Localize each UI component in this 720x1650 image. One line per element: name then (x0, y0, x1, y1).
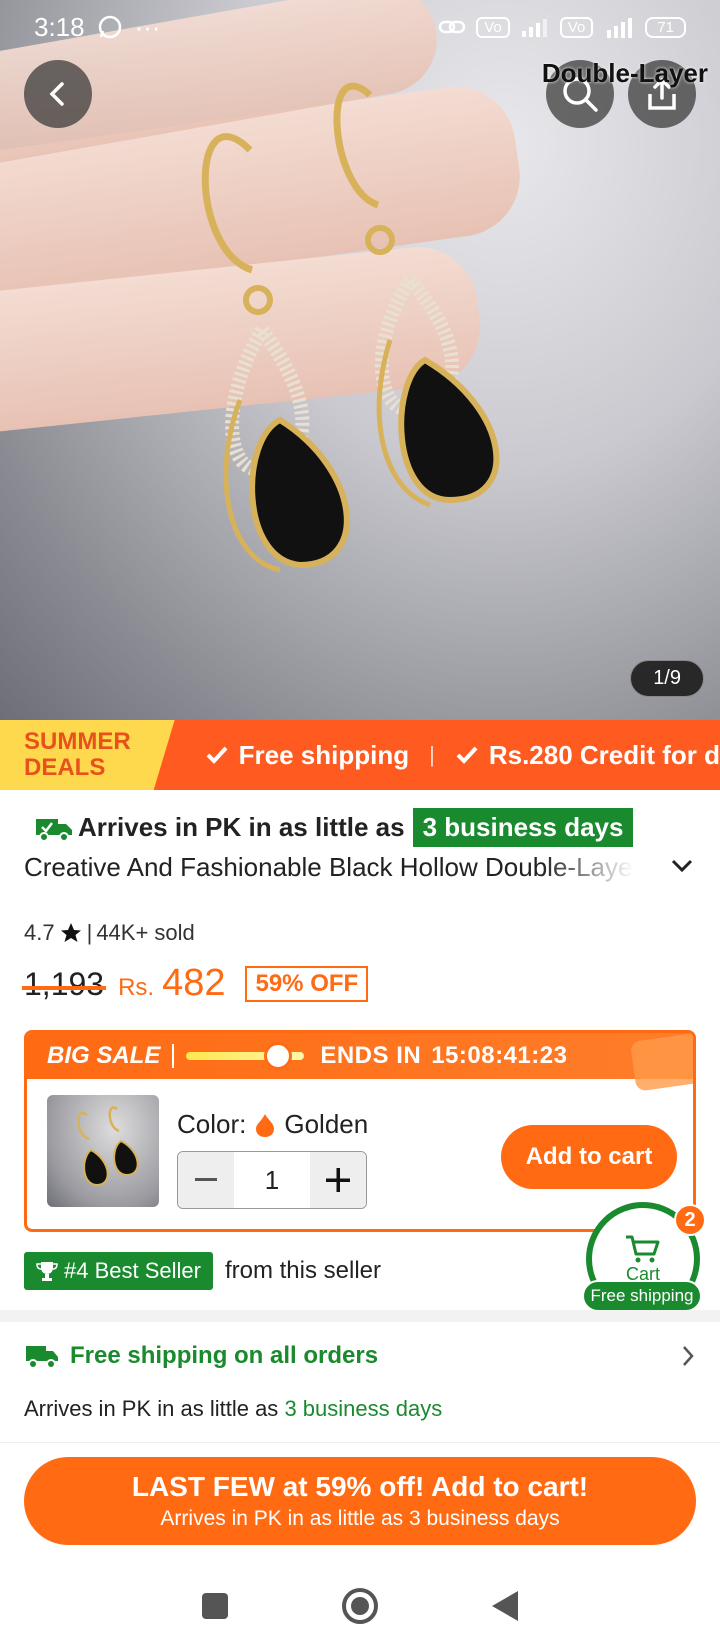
star-icon (60, 923, 81, 942)
deal-label: Rs.280 Credit for d (488, 739, 720, 770)
summer-deals-badge: SUMMER DEALS (0, 720, 175, 790)
decrease-quantity-button[interactable] (178, 1152, 234, 1208)
shipping-sub-prefix: Arrives in PK in as little as (24, 1396, 279, 1421)
4g-signal-icon (607, 18, 633, 38)
link-icon (439, 20, 466, 34)
earrings-illustration (201, 82, 500, 573)
cart-icon (626, 1235, 660, 1262)
section-divider (0, 1310, 720, 1322)
truck-icon (36, 818, 72, 842)
chevron-left-icon (49, 82, 64, 106)
color-selector[interactable]: Color: Golden (177, 1109, 368, 1140)
truck-icon (26, 1346, 58, 1369)
sale-progress-bar (186, 1042, 305, 1070)
divider: | (429, 742, 435, 767)
delivery-estimate: Arrives in PK in as little as 3 business… (34, 808, 634, 847)
cart-free-shipping-label: Free shipping (582, 1280, 702, 1312)
minus-icon (195, 1178, 217, 1181)
currency-label: Rs. (118, 974, 155, 1001)
quantity-value[interactable]: 1 (234, 1152, 310, 1208)
product-title[interactable]: Creative And Fashionable Black Hollow Do… (24, 852, 634, 883)
summer-deals-banner[interactable]: SUMMER DEALS Free shipping | Rs.280 Cred… (0, 720, 720, 790)
recent-apps-icon[interactable] (200, 1591, 230, 1621)
chevron-right-icon (683, 1346, 694, 1366)
big-sale-title: BIG SALE (47, 1042, 161, 1069)
best-seller-text: from this seller (224, 1257, 382, 1284)
sale-price: 482 (162, 962, 226, 1004)
back-button[interactable] (24, 60, 92, 128)
shipping-subtitle: Arrives in PK in as little as 3 business… (24, 1396, 442, 1422)
color-label: Color: (177, 1109, 247, 1139)
last-few-add-to-cart-button[interactable]: LAST FEW at 59% off! Add to cart! Arrive… (24, 1457, 696, 1545)
rating-row[interactable]: 4.7 | 44K+ sold (24, 920, 195, 946)
divider: | (86, 920, 93, 945)
deal-credit: Rs.280 Credit for d (455, 740, 720, 771)
system-nav-bar (0, 1562, 720, 1650)
deal-label: Free shipping (238, 739, 410, 770)
volte-icon: Vo (476, 16, 510, 38)
clock-icon (264, 1042, 293, 1070)
divider (172, 1044, 175, 1068)
status-bar: 3:18 ··· Vo Vo 71 (0, 0, 720, 54)
delivery-days-badge: 3 business days (412, 808, 634, 847)
sale-body: Color: Golden 1 Add to cart (27, 1079, 693, 1229)
plus-icon (326, 1168, 350, 1192)
shipping-sub-days: 3 business days (284, 1396, 443, 1421)
big-sale-header: BIG SALE ENDS IN 15:08:41:23 (27, 1033, 693, 1092)
best-seller-label: #4 Best Seller (64, 1258, 201, 1283)
image-pager: 1/9 (630, 660, 704, 697)
sold-count: 44K+ sold (96, 920, 195, 945)
quantity-stepper[interactable]: 1 (177, 1151, 367, 1209)
product-image[interactable] (0, 0, 720, 720)
check-icon (206, 746, 228, 764)
variant-thumbnail[interactable] (47, 1095, 159, 1207)
rating-value: 4.7 (24, 920, 55, 945)
color-value: Golden (284, 1109, 369, 1139)
flame-icon (256, 1113, 275, 1137)
badge-line-2: DEALS (24, 754, 106, 781)
best-seller-row[interactable]: #4 Best Seller from this seller (24, 1252, 381, 1290)
increase-quantity-button[interactable] (310, 1152, 366, 1208)
add-to-cart-button[interactable]: Add to cart (501, 1125, 677, 1189)
cart-count-badge: 2 (674, 1204, 706, 1236)
image-watermark: Double-Layer (541, 58, 708, 88)
discount-badge: 59% OFF (245, 966, 369, 1002)
cta-main-text: LAST FEW at 59% off! Add to cart! (131, 1471, 589, 1502)
deal-free-shipping: Free shipping (205, 740, 409, 771)
ends-in-label: ENDS IN (320, 1042, 422, 1069)
shipping-info-row[interactable]: Free shipping on all orders (24, 1342, 696, 1370)
check-icon (456, 746, 478, 764)
cta-sub-text: Arrives in PK in as little as 3 business… (160, 1507, 560, 1530)
more-dots-icon: ··· (134, 11, 161, 42)
battery-icon: 71 (645, 16, 686, 38)
volte-icon: Vo (559, 16, 594, 38)
trophy-icon (36, 1262, 58, 1281)
shipping-title: Free shipping on all orders (70, 1342, 379, 1369)
best-seller-badge: #4 Best Seller (24, 1252, 213, 1290)
price-row: 1,193 Rs. 482 59% OFF (21, 962, 369, 1006)
earrings-thumbnail-image (77, 1106, 139, 1187)
badge-line-1: SUMMER (24, 728, 131, 755)
status-time: 3:18 (34, 11, 85, 42)
original-price: 1,193 (21, 966, 107, 1002)
signal-icon (521, 19, 547, 37)
delivery-prefix: Arrives in PK in as little as (78, 812, 405, 842)
countdown-timer: 15:08:41:23 (431, 1042, 568, 1069)
home-icon[interactable] (340, 1586, 380, 1626)
big-sale-box: BIG SALE ENDS IN 15:08:41:23 Color: Gold… (24, 1030, 696, 1232)
chevron-down-icon[interactable] (670, 858, 694, 874)
bottom-cta-bar: LAST FEW at 59% off! Add to cart! Arrive… (0, 1442, 720, 1562)
back-nav-icon[interactable] (490, 1589, 520, 1623)
whatsapp-icon (98, 15, 121, 39)
